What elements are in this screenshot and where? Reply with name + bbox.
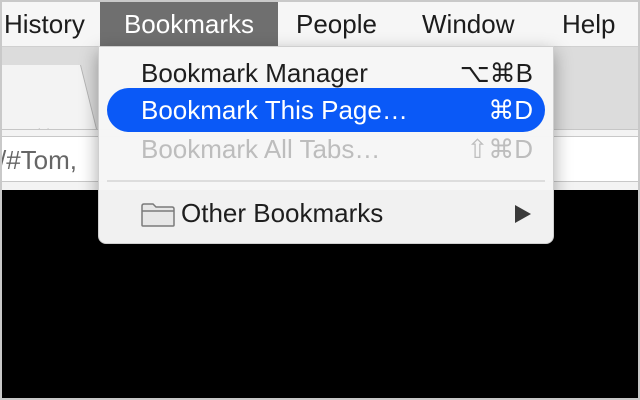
menu-item-bookmark-this-page[interactable]: Bookmark This Page… ⌘D [107, 88, 545, 132]
folder-icon [141, 203, 175, 227]
bookmarks-menu: Bookmark Manager ⌥⌘B Bookmark This Page…… [98, 46, 554, 244]
menu-history[interactable]: History [2, 2, 97, 46]
screen: × /#Tom, History Bookmarks People Window… [0, 0, 640, 400]
menu-window[interactable]: Window [410, 2, 526, 46]
menu-help[interactable]: Help [550, 2, 627, 46]
menu-item-other-bookmarks[interactable]: Other Bookmarks [107, 191, 545, 235]
menu-item-bookmark-all-tabs: Bookmark All Tabs… ⇧⌘D [107, 127, 545, 171]
menu-item-label: Bookmark This Page… [141, 95, 408, 125]
menu-bar: History Bookmarks People Window Help [2, 2, 638, 47]
menu-item-shortcut: ⌘D [488, 95, 533, 125]
menu-separator [107, 180, 545, 182]
submenu-arrow-icon [515, 205, 531, 223]
menu-bookmarks[interactable]: Bookmarks [100, 2, 278, 46]
address-text: /#Tom, [0, 145, 78, 175]
menu-item-label: Bookmark All Tabs… [141, 134, 381, 164]
menu-people[interactable]: People [284, 2, 389, 46]
menu-item-label: Other Bookmarks [181, 198, 384, 228]
menu-item-shortcut: ⇧⌘D [466, 134, 533, 164]
